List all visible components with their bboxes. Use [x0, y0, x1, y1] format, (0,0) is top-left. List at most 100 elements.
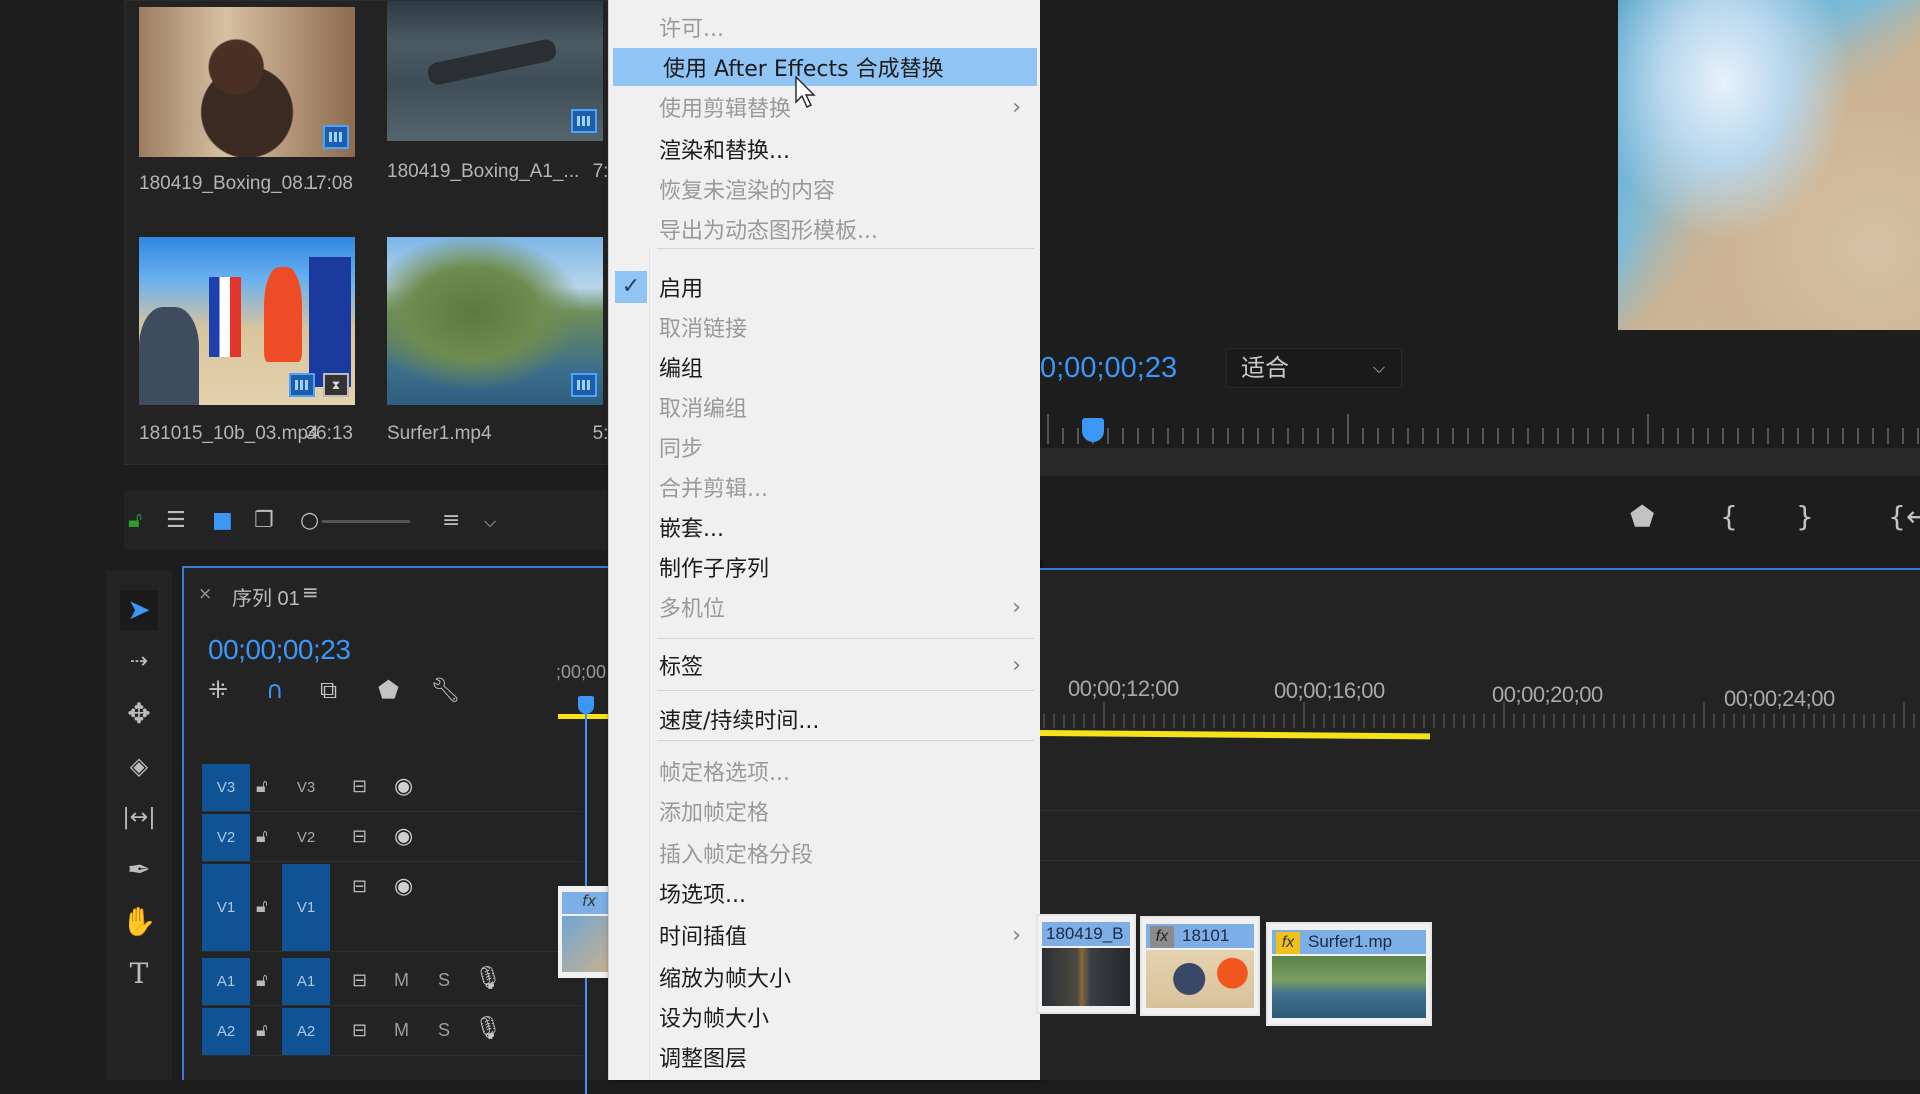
menu-item[interactable]: 嵌套... [609, 508, 1041, 546]
menu-item[interactable]: 调整图层 [609, 1038, 1041, 1076]
sync-lock-icon[interactable]: ⊟ [352, 776, 367, 797]
source-patch-v2[interactable]: V2 [202, 814, 250, 861]
clip-name: 181015_10b_03.mp4 [139, 423, 319, 444]
source-patch-v3[interactable]: V3 [202, 764, 250, 811]
solo-button[interactable]: S [438, 1020, 450, 1041]
mark-in-icon[interactable]: { [1720, 500, 1738, 533]
menu-item[interactable]: 设为帧大小 [609, 998, 1041, 1036]
bin-item[interactable]: 180419_Boxing_A1_... 7:1 [373, 1, 619, 226]
chevron-down-icon: ⌵ [1372, 358, 1385, 377]
eye-icon[interactable]: ◉ [394, 874, 413, 899]
mute-button[interactable]: M [394, 970, 409, 991]
pen-tool-icon[interactable]: ✒ [120, 850, 158, 890]
bin-item[interactable]: ⧗ 181015_10b_03.mp4 36:13 [125, 233, 365, 458]
list-view-icon[interactable]: ☰ [166, 508, 186, 533]
timeline-settings-wrench-icon[interactable]: 🔧︎ [430, 676, 460, 704]
zoom-slider[interactable] [322, 520, 410, 523]
lock-icon[interactable]: 🔓︎ [128, 508, 142, 533]
program-playhead-handle[interactable] [1082, 418, 1104, 442]
sync-lock-icon[interactable]: ⊟ [352, 970, 367, 991]
menu-item[interactable]: 标签 › [609, 646, 1041, 684]
zoom-slider-handle[interactable]: ○ [300, 508, 319, 533]
track-lock-icon[interactable]: 🔓︎ [256, 776, 268, 797]
track-lock-icon[interactable]: 🔓︎ [256, 896, 268, 917]
ripple-edit-tool-icon[interactable]: ✥ [120, 694, 158, 734]
menu-item[interactable]: 时间插值 › [609, 916, 1041, 954]
solo-button[interactable]: S [438, 970, 450, 991]
program-scroll-bar[interactable] [1040, 448, 1920, 476]
menu-item: 多机位 › [609, 588, 1041, 626]
go-to-in-icon[interactable]: {← [1888, 500, 1920, 533]
icon-view-icon[interactable]: ■ [212, 508, 233, 533]
timeline-clip[interactable]: 180419_B [1036, 914, 1136, 1014]
bin-item[interactable]: Surfer1.mp4 5:1 [373, 233, 619, 458]
sequence-panel: × 序列 01 ≡ 00;00;00;23 ⁜ ∩ ⧉ ⬟ 🔧︎ ;00;00 … [182, 566, 618, 1094]
sequence-tab-title[interactable]: 序列 01 [232, 582, 300, 611]
sync-lock-icon[interactable]: ⊟ [352, 876, 367, 897]
playhead-handle[interactable] [578, 696, 594, 714]
selection-tool-icon[interactable]: ➤ [120, 590, 158, 630]
track-target-v3[interactable]: V3 [282, 764, 330, 811]
program-mini-ruler[interactable] [1040, 408, 1920, 448]
track-target-v2[interactable]: V2 [282, 814, 330, 861]
insert-nested-icon[interactable]: ⁜ [208, 676, 228, 704]
menu-item[interactable]: 渲染和替换... [609, 130, 1041, 168]
menu-item-label: 编组 [659, 357, 704, 382]
slip-tool-icon[interactable]: |↔| [120, 798, 158, 838]
bin-item[interactable]: 180419_Boxing_08... 17:08 [125, 1, 365, 226]
source-patch-a2[interactable]: A2 [202, 1008, 250, 1055]
menu-item: 合并剪辑... [609, 468, 1041, 506]
track-lock-icon[interactable]: 🔓︎ [256, 970, 268, 991]
microphone-icon[interactable]: 🎙︎ [474, 966, 502, 991]
source-patch-v1[interactable]: V1 [202, 864, 250, 951]
fx-badge-active[interactable]: fx [1276, 932, 1300, 954]
sequence-timecode[interactable]: 00;00;00;23 [208, 634, 351, 666]
track-lock-icon[interactable]: 🔓︎ [256, 1020, 268, 1041]
eye-icon[interactable]: ◉ [394, 774, 413, 799]
mute-button[interactable]: M [394, 1020, 409, 1041]
timeline-clip[interactable]: fx Surfer1.mp [1266, 922, 1432, 1026]
add-marker-icon[interactable]: ⬟ [378, 676, 399, 704]
hand-tool-icon[interactable]: ✋ [120, 902, 158, 942]
linked-selection-icon[interactable]: ⧉ [320, 676, 337, 704]
timeline-clip-partial[interactable]: fx [558, 886, 610, 978]
menu-item[interactable]: 编组 [609, 348, 1041, 386]
sync-lock-icon[interactable]: ⊟ [352, 1020, 367, 1041]
snap-magnet-icon[interactable]: ∩ [266, 676, 284, 704]
fit-zoom-select[interactable]: 适合 ⌵ [1226, 348, 1402, 388]
chevron-down-icon[interactable]: ⌵ [484, 512, 496, 532]
track-lock-icon[interactable]: 🔓︎ [256, 826, 268, 847]
close-sequence-icon[interactable]: × [198, 584, 212, 604]
menu-item[interactable]: 速度/持续时间... [609, 700, 1041, 738]
track-target-a2[interactable]: A2 [282, 1008, 330, 1055]
microphone-icon[interactable]: 🎙︎ [474, 1016, 502, 1041]
menu-item-label: 许可... [659, 17, 724, 42]
freeform-view-icon[interactable]: ❐ [254, 508, 274, 533]
razor-tool-icon[interactable]: ◈ [120, 746, 158, 786]
fx-badge[interactable]: fx [1150, 926, 1174, 948]
sort-icon[interactable]: ≡ [442, 508, 460, 533]
menu-item[interactable]: 使用 After Effects 合成替换 [613, 48, 1037, 86]
menu-item-label: 插入帧定格分段 [659, 843, 814, 868]
fit-select-value: 适合 [1241, 354, 1289, 382]
add-marker-icon[interactable]: ⬟ [1630, 500, 1654, 533]
track-select-tool-icon[interactable]: ⇢ [120, 642, 158, 682]
track-target-a1[interactable]: A1 [282, 958, 330, 1005]
sync-lock-icon[interactable]: ⊟ [352, 826, 367, 847]
menu-item[interactable]: ✓ 启用 [609, 268, 1041, 306]
menu-item-label: 制作子序列 [659, 557, 770, 582]
timeline-clip[interactable]: fx 18101 [1140, 916, 1260, 1016]
track-target-v1[interactable]: V1 [282, 864, 330, 951]
type-tool-icon[interactable]: T [120, 954, 158, 994]
timeline-ruler[interactable] [1040, 702, 1920, 732]
menu-item[interactable]: 场选项... [609, 874, 1041, 912]
source-patch-a1[interactable]: A1 [202, 958, 250, 1005]
panel-menu-icon[interactable]: ≡ [302, 580, 319, 604]
menu-item[interactable]: 缩放为帧大小 [609, 958, 1041, 996]
menu-item: 插入帧定格分段 [609, 834, 1041, 872]
program-timecode[interactable]: 0;00;00;23 [1040, 352, 1177, 385]
menu-item[interactable]: 制作子序列 [609, 548, 1041, 586]
track-row-a2: A2 🔓︎ A2 ⊟ M S 🎙︎ [202, 1008, 582, 1056]
mark-out-icon[interactable]: } [1796, 500, 1814, 533]
eye-icon[interactable]: ◉ [394, 824, 413, 849]
